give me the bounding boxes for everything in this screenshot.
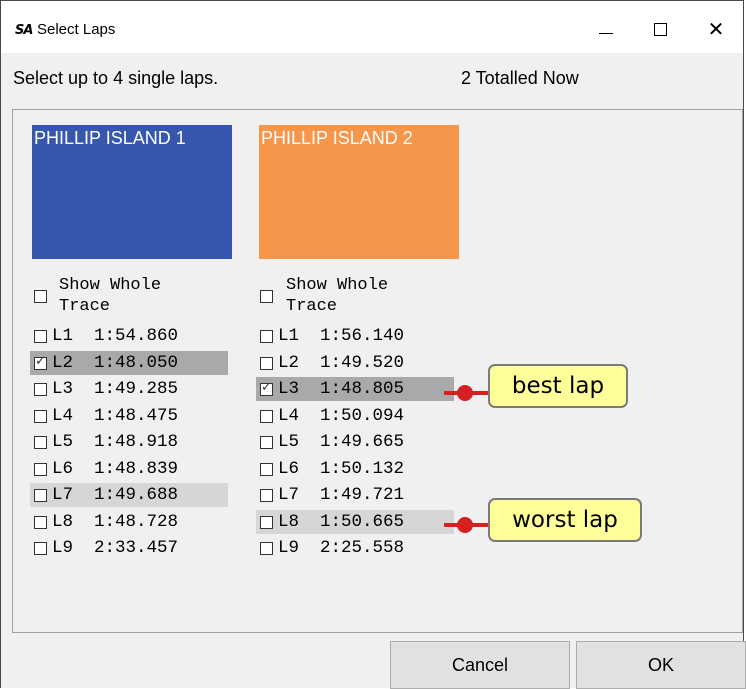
lap-checkbox[interactable] [34, 330, 47, 343]
maximize-icon [653, 22, 667, 36]
lap-row[interactable]: L2 1:48.050 [30, 350, 228, 375]
minimize-button[interactable] [581, 9, 631, 49]
lap-label: L6 1:48.839 [52, 458, 179, 479]
lap-label: L3 1:49.285 [52, 379, 179, 399]
lap-row[interactable]: L8 1:50.665 [256, 509, 454, 534]
lap-checkbox[interactable] [260, 462, 273, 476]
lap-label: L8 1:50.665 [278, 511, 405, 532]
lap-row[interactable]: L7 1:49.688 [30, 483, 228, 507]
show-whole-trace-label: Show Whole Trace [59, 275, 161, 317]
laps-panel: PHILLIP ISLAND 1 Show Whole Trace L1 1:5… [12, 109, 743, 633]
session-name: PHILLIP ISLAND 1 [34, 128, 186, 148]
lap-row[interactable]: L2 1:49.520 [256, 351, 454, 375]
totalled-count: 2 Totalled Now [461, 68, 579, 88]
lap-label: L4 1:48.475 [52, 405, 179, 426]
close-button[interactable]: ✕ [691, 9, 741, 49]
lap-checkbox[interactable] [260, 542, 273, 555]
lap-checkbox[interactable] [34, 383, 47, 396]
lap-row[interactable]: L4 1:48.475 [30, 404, 228, 428]
lap-checkbox[interactable] [34, 409, 47, 423]
lap-row[interactable]: L7 1:49.721 [256, 483, 454, 507]
session-name: PHILLIP ISLAND 2 [261, 128, 413, 148]
lap-checkbox[interactable] [260, 436, 273, 449]
lap-row[interactable]: L3 1:48.805 [256, 377, 454, 401]
show-whole-trace-checkbox[interactable] [34, 290, 47, 303]
instruction-text: Select up to 4 single laps. [13, 68, 219, 88]
lap-row[interactable]: L8 1:48.728 [30, 510, 228, 534]
title-bar: SA Select Laps ✕ [1, 1, 743, 53]
lap-checkbox[interactable] [34, 542, 47, 555]
lap-label: L1 1:56.140 [278, 326, 405, 346]
lap-label: L2 1:49.520 [278, 352, 405, 373]
lap-label: L7 1:49.688 [52, 485, 179, 505]
maximize-button[interactable] [635, 9, 685, 49]
lap-row[interactable]: L6 1:48.839 [30, 457, 228, 481]
lap-checkbox[interactable] [34, 489, 47, 502]
cancel-button[interactable]: Cancel [390, 641, 570, 689]
minimize-icon [599, 32, 613, 34]
lap-label: L8 1:48.728 [52, 511, 179, 532]
show-whole-line: Trace [59, 297, 111, 316]
lap-row[interactable]: L1 1:56.140 [256, 324, 454, 348]
show-whole-line: Trace [286, 297, 338, 316]
lap-checkbox[interactable] [260, 409, 273, 423]
lap-checkbox[interactable] [260, 330, 273, 343]
lap-row[interactable]: L3 1:49.285 [30, 377, 228, 401]
lap-label: L7 1:49.721 [278, 485, 405, 505]
lap-label: L4 1:50.094 [278, 405, 405, 426]
best-lap-callout-text: best lap [511, 373, 605, 399]
lap-row[interactable]: L5 1:48.918 [30, 430, 228, 454]
lap-label: L5 1:48.918 [52, 432, 179, 452]
close-icon: ✕ [707, 17, 725, 41]
lap-label: L5 1:49.665 [278, 432, 405, 452]
lap-label: L3 1:48.805 [278, 379, 405, 399]
session-color-swatch: PHILLIP ISLAND 2 [259, 125, 459, 259]
lap-label: L2 1:48.050 [52, 352, 179, 373]
lap-checkbox[interactable] [260, 380, 273, 396]
lap-label: L1 1:54.860 [52, 326, 179, 346]
show-whole-trace-label: Show Whole Trace [286, 275, 388, 317]
worst-lap-marker-dot [457, 517, 473, 533]
lap-label: L9 2:25.558 [278, 538, 405, 558]
lap-row[interactable]: L9 2:25.558 [256, 536, 454, 560]
lap-label: L6 1:50.132 [278, 458, 405, 479]
lap-row[interactable]: L5 1:49.665 [256, 430, 454, 454]
lap-checkbox[interactable] [260, 356, 273, 370]
best-lap-marker-dot [457, 385, 473, 401]
ok-button[interactable]: OK [576, 641, 746, 689]
show-whole-line: Show Whole [59, 276, 162, 295]
worst-lap-callout-text: worst lap [512, 507, 618, 533]
window-title: Select Laps [37, 21, 116, 38]
show-whole-line: Show Whole [286, 276, 389, 295]
lap-checkbox[interactable] [34, 436, 47, 449]
app-icon: SA [15, 23, 33, 38]
lap-checkbox[interactable] [34, 515, 47, 529]
session-color-swatch: PHILLIP ISLAND 1 [32, 125, 232, 259]
lap-row[interactable]: L9 2:33.457 [30, 536, 228, 560]
best-lap-callout: best lap [488, 364, 628, 408]
lap-row[interactable]: L1 1:54.860 [30, 324, 228, 348]
select-laps-dialog: SA Select Laps ✕ Select up to 4 single l… [0, 0, 746, 689]
lap-checkbox[interactable] [34, 354, 47, 370]
lap-checkbox[interactable] [260, 515, 273, 529]
lap-row[interactable]: L4 1:50.094 [256, 404, 454, 428]
show-whole-trace-checkbox[interactable] [260, 290, 273, 303]
lap-label: L9 2:33.457 [52, 538, 179, 558]
lap-checkbox[interactable] [260, 489, 273, 502]
lap-row[interactable]: L6 1:50.132 [256, 457, 454, 481]
lap-checkbox[interactable] [34, 462, 47, 476]
worst-lap-callout: worst lap [488, 498, 642, 542]
